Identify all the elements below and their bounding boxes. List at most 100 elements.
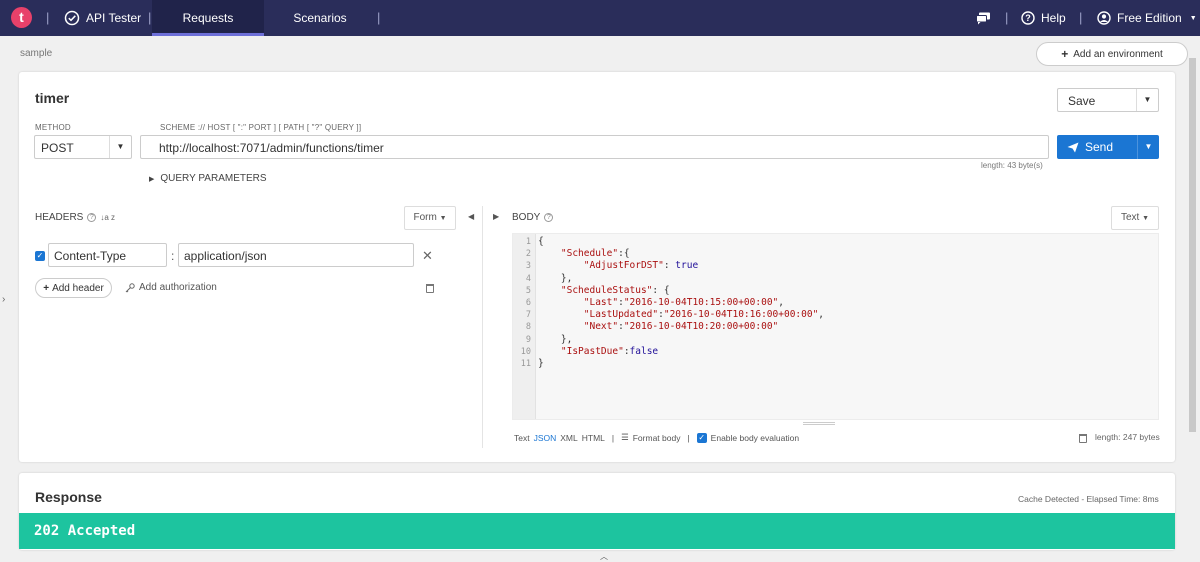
method-select[interactable]: POST ▼	[34, 135, 132, 159]
code-line[interactable]: "ScheduleStatus": {	[538, 285, 670, 296]
code-line[interactable]: },	[538, 334, 572, 345]
header-colon: :	[171, 249, 175, 263]
app-name: API Tester	[86, 11, 142, 25]
add-environment-label: Add an environment	[1073, 48, 1163, 60]
close-icon[interactable]: ✕	[422, 248, 433, 264]
header-enabled-checkbox[interactable]: ✓	[35, 251, 45, 261]
query-parameters-toggle[interactable]: ▶ QUERY PARAMETERS	[149, 173, 267, 184]
line-number: 8	[525, 322, 531, 333]
code-line[interactable]: "AdjustForDST": true	[538, 260, 698, 271]
response-meta: Cache Detected - Elapsed Time: 8ms	[1018, 494, 1159, 504]
url-length: length: 43 byte(s)	[981, 161, 1043, 170]
sidebar-expand-icon[interactable]: ›	[2, 294, 5, 305]
chevron-down-icon[interactable]: ▼	[1137, 135, 1159, 159]
format-body-button[interactable]: Format body	[633, 433, 681, 443]
resize-handle[interactable]	[803, 422, 835, 425]
headers-form-dropdown[interactable]: Form ▼	[404, 206, 456, 230]
header-value-input[interactable]: application/json	[178, 243, 414, 267]
svg-text:?: ?	[1025, 13, 1031, 23]
top-navbar: t | API Tester | Requests Scenarios | | …	[0, 0, 1200, 36]
trash-icon[interactable]	[426, 284, 434, 293]
scrollbar-thumb[interactable]	[1189, 58, 1196, 432]
enable-eval-checkbox[interactable]: ✓	[696, 432, 707, 443]
footer-separator: |	[611, 432, 615, 443]
code-line[interactable]: {	[538, 236, 544, 247]
body-format-label: Text	[1120, 212, 1140, 223]
chevron-down-icon: ▼	[1142, 215, 1150, 222]
code-line[interactable]: "Schedule":{	[538, 248, 630, 259]
chevron-up-icon[interactable]: ︿	[600, 551, 608, 562]
sort-icon[interactable]: ↓a z	[100, 213, 115, 222]
code-line[interactable]: "Last":"2016-10-04T10:15:00+00:00",	[538, 297, 784, 308]
footer-separator: |	[687, 432, 690, 443]
edition-menu[interactable]: Free Edition ▼	[1097, 9, 1197, 27]
line-number: 3	[525, 261, 531, 272]
chevron-down-icon: ▼	[1189, 14, 1197, 22]
enable-eval-label: Enable body evaluation	[710, 432, 800, 443]
body-editor[interactable]: 1 2 3 4 5 6 7 8 9 10 11 { "Schedule":{ "AdjustForD…	[512, 233, 1159, 425]
line-number: 2	[525, 249, 531, 260]
plus-icon: +	[1061, 47, 1069, 61]
line-number: 5	[525, 285, 531, 296]
nav-separator: |	[1005, 10, 1009, 25]
help-button[interactable]: ? Help	[1021, 9, 1066, 27]
send-button[interactable]: Send ▼	[1057, 135, 1159, 159]
code-line[interactable]: "Next":"2016-10-04T10:20:00+00:00"	[538, 321, 779, 332]
request-title[interactable]: timer	[35, 90, 69, 106]
request-panel: timer Save ▼ METHOD SCHEME :// HOST [ ":…	[19, 72, 1175, 462]
code-line[interactable]: "IsPastDue":false	[538, 346, 658, 357]
edition-label: Free Edition	[1117, 11, 1182, 25]
query-parameters-label: QUERY PARAMETERS	[160, 173, 267, 184]
nav-separator: |	[148, 10, 152, 25]
code-line[interactable]: "LastUpdated":"2016-10-04T10:16:00+00:00…	[538, 309, 824, 320]
mode-json[interactable]: JSON	[534, 433, 557, 443]
help-icon: ?	[1021, 11, 1035, 25]
add-environment-button[interactable]: + Add an environment	[1036, 42, 1188, 66]
save-label: Save	[1068, 94, 1096, 108]
mode-text[interactable]: Text	[514, 433, 530, 443]
status-badge: 202 Accepted	[19, 513, 1175, 549]
chevron-down-icon: ▼	[439, 215, 447, 222]
body-length: length: 247 bytes	[1095, 432, 1160, 442]
add-header-label: Add header	[52, 282, 104, 294]
header-name-input[interactable]: Content-Type	[48, 243, 167, 267]
add-header-button[interactable]: + Add header	[35, 278, 112, 298]
panel-divider[interactable]	[482, 206, 483, 448]
caret-right-icon: ▶	[149, 175, 155, 183]
app-title[interactable]: API Tester	[64, 9, 141, 27]
form-label: Form	[413, 212, 437, 223]
line-number: 4	[525, 273, 531, 284]
collapse-left-icon[interactable]: ◀	[468, 212, 474, 221]
line-number: 1	[525, 237, 531, 247]
line-number-gutter: 1 2 3 4 5 6 7 8 9 10 11	[513, 234, 536, 419]
help-icon[interactable]: ?	[87, 213, 97, 222]
body-format-dropdown[interactable]: Text ▼	[1111, 206, 1159, 230]
help-icon[interactable]: ?	[544, 213, 554, 222]
tab-requests[interactable]: Requests	[152, 0, 264, 36]
chevron-down-icon[interactable]: ▼	[1136, 89, 1158, 111]
nav-separator: |	[1079, 10, 1083, 25]
nav-separator: |	[377, 10, 381, 25]
line-number: 6	[525, 298, 531, 308]
save-button[interactable]: Save ▼	[1057, 88, 1159, 112]
line-number: 7	[525, 310, 531, 321]
page-scrollbar[interactable]	[1188, 40, 1197, 550]
environment-name: sample	[20, 48, 53, 59]
tab-scenarios[interactable]: Scenarios	[270, 0, 370, 36]
app-logo[interactable]: t	[11, 7, 32, 28]
response-title: Response	[35, 489, 102, 505]
body-label: BODY ?	[512, 212, 554, 223]
trash-icon[interactable]	[1079, 434, 1087, 443]
collapse-right-icon[interactable]: ▶	[493, 212, 499, 221]
mode-html[interactable]: HTML	[582, 433, 605, 443]
add-authorization-button[interactable]: Add authorization	[125, 282, 217, 293]
mode-xml[interactable]: XML	[560, 433, 577, 443]
chat-button[interactable]	[976, 9, 991, 27]
plus-icon: +	[43, 282, 50, 294]
code-line[interactable]: }	[538, 358, 544, 369]
url-input[interactable]: http://localhost:7071/admin/functions/ti…	[140, 135, 1049, 159]
user-circle-icon	[1097, 11, 1111, 25]
check-circle-icon	[64, 10, 80, 26]
body-footer: Text JSON XML HTML | ☰ Format body | ✓ E…	[514, 432, 799, 443]
code-line[interactable]: },	[538, 273, 572, 284]
